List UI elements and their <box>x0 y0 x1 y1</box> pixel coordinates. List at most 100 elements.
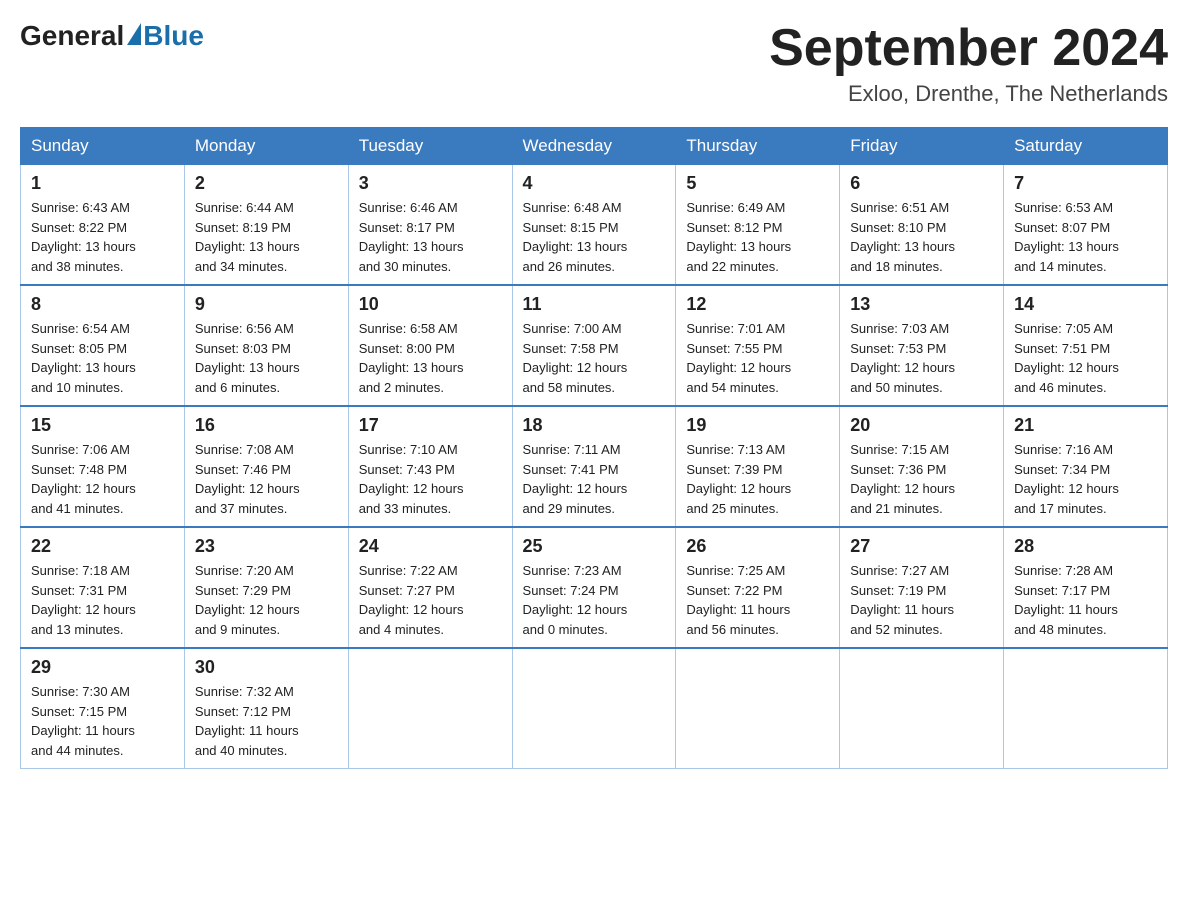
calendar-week-row: 8 Sunrise: 6:54 AMSunset: 8:05 PMDayligh… <box>21 285 1168 406</box>
calendar-week-row: 1 Sunrise: 6:43 AMSunset: 8:22 PMDayligh… <box>21 165 1168 286</box>
calendar-day-cell: 16 Sunrise: 7:08 AMSunset: 7:46 PMDaylig… <box>184 406 348 527</box>
calendar-day-cell: 27 Sunrise: 7:27 AMSunset: 7:19 PMDaylig… <box>840 527 1004 648</box>
day-number: 19 <box>686 415 829 436</box>
calendar-day-cell <box>1004 648 1168 769</box>
day-info: Sunrise: 6:49 AMSunset: 8:12 PMDaylight:… <box>686 200 791 274</box>
day-number: 30 <box>195 657 338 678</box>
logo-text-blue: Blue <box>143 20 204 52</box>
day-number: 22 <box>31 536 174 557</box>
day-info: Sunrise: 7:18 AMSunset: 7:31 PMDaylight:… <box>31 563 136 637</box>
calendar-day-cell: 29 Sunrise: 7:30 AMSunset: 7:15 PMDaylig… <box>21 648 185 769</box>
day-number: 20 <box>850 415 993 436</box>
day-info: Sunrise: 6:46 AMSunset: 8:17 PMDaylight:… <box>359 200 464 274</box>
page-header: General Blue September 2024 Exloo, Drent… <box>20 20 1168 107</box>
day-info: Sunrise: 7:25 AMSunset: 7:22 PMDaylight:… <box>686 563 790 637</box>
day-number: 13 <box>850 294 993 315</box>
calendar-day-cell: 8 Sunrise: 6:54 AMSunset: 8:05 PMDayligh… <box>21 285 185 406</box>
calendar-day-cell: 1 Sunrise: 6:43 AMSunset: 8:22 PMDayligh… <box>21 165 185 286</box>
day-number: 2 <box>195 173 338 194</box>
calendar-day-cell <box>676 648 840 769</box>
calendar-day-cell: 26 Sunrise: 7:25 AMSunset: 7:22 PMDaylig… <box>676 527 840 648</box>
day-number: 17 <box>359 415 502 436</box>
day-info: Sunrise: 7:10 AMSunset: 7:43 PMDaylight:… <box>359 442 464 516</box>
calendar-week-row: 22 Sunrise: 7:18 AMSunset: 7:31 PMDaylig… <box>21 527 1168 648</box>
day-number: 23 <box>195 536 338 557</box>
calendar-day-cell: 17 Sunrise: 7:10 AMSunset: 7:43 PMDaylig… <box>348 406 512 527</box>
calendar-day-header: Sunday <box>21 128 185 165</box>
day-info: Sunrise: 7:28 AMSunset: 7:17 PMDaylight:… <box>1014 563 1118 637</box>
day-info: Sunrise: 7:15 AMSunset: 7:36 PMDaylight:… <box>850 442 955 516</box>
day-info: Sunrise: 7:06 AMSunset: 7:48 PMDaylight:… <box>31 442 136 516</box>
calendar-week-row: 15 Sunrise: 7:06 AMSunset: 7:48 PMDaylig… <box>21 406 1168 527</box>
logo-text-general: General <box>20 20 124 52</box>
logo-triangle-icon <box>127 23 141 45</box>
day-info: Sunrise: 6:54 AMSunset: 8:05 PMDaylight:… <box>31 321 136 395</box>
day-info: Sunrise: 6:43 AMSunset: 8:22 PMDaylight:… <box>31 200 136 274</box>
calendar-day-cell: 19 Sunrise: 7:13 AMSunset: 7:39 PMDaylig… <box>676 406 840 527</box>
day-number: 21 <box>1014 415 1157 436</box>
day-number: 4 <box>523 173 666 194</box>
day-number: 6 <box>850 173 993 194</box>
day-info: Sunrise: 7:16 AMSunset: 7:34 PMDaylight:… <box>1014 442 1119 516</box>
day-info: Sunrise: 6:56 AMSunset: 8:03 PMDaylight:… <box>195 321 300 395</box>
calendar-day-cell: 23 Sunrise: 7:20 AMSunset: 7:29 PMDaylig… <box>184 527 348 648</box>
calendar-day-cell: 7 Sunrise: 6:53 AMSunset: 8:07 PMDayligh… <box>1004 165 1168 286</box>
day-info: Sunrise: 7:11 AMSunset: 7:41 PMDaylight:… <box>523 442 628 516</box>
day-info: Sunrise: 7:03 AMSunset: 7:53 PMDaylight:… <box>850 321 955 395</box>
calendar-day-cell <box>840 648 1004 769</box>
day-info: Sunrise: 6:48 AMSunset: 8:15 PMDaylight:… <box>523 200 628 274</box>
day-info: Sunrise: 7:30 AMSunset: 7:15 PMDaylight:… <box>31 684 135 758</box>
location-subtitle: Exloo, Drenthe, The Netherlands <box>769 81 1168 107</box>
calendar-day-cell: 9 Sunrise: 6:56 AMSunset: 8:03 PMDayligh… <box>184 285 348 406</box>
calendar-day-cell: 4 Sunrise: 6:48 AMSunset: 8:15 PMDayligh… <box>512 165 676 286</box>
day-info: Sunrise: 7:20 AMSunset: 7:29 PMDaylight:… <box>195 563 300 637</box>
calendar-day-cell: 3 Sunrise: 6:46 AMSunset: 8:17 PMDayligh… <box>348 165 512 286</box>
calendar-day-cell: 28 Sunrise: 7:28 AMSunset: 7:17 PMDaylig… <box>1004 527 1168 648</box>
calendar-day-cell: 11 Sunrise: 7:00 AMSunset: 7:58 PMDaylig… <box>512 285 676 406</box>
day-number: 28 <box>1014 536 1157 557</box>
calendar-day-header: Friday <box>840 128 1004 165</box>
calendar-day-cell: 25 Sunrise: 7:23 AMSunset: 7:24 PMDaylig… <box>512 527 676 648</box>
calendar-day-header: Monday <box>184 128 348 165</box>
day-info: Sunrise: 6:51 AMSunset: 8:10 PMDaylight:… <box>850 200 955 274</box>
calendar-day-header: Saturday <box>1004 128 1168 165</box>
calendar-day-cell: 30 Sunrise: 7:32 AMSunset: 7:12 PMDaylig… <box>184 648 348 769</box>
day-number: 15 <box>31 415 174 436</box>
calendar-day-cell: 10 Sunrise: 6:58 AMSunset: 8:00 PMDaylig… <box>348 285 512 406</box>
day-info: Sunrise: 7:01 AMSunset: 7:55 PMDaylight:… <box>686 321 791 395</box>
calendar-day-cell <box>512 648 676 769</box>
day-info: Sunrise: 6:44 AMSunset: 8:19 PMDaylight:… <box>195 200 300 274</box>
day-number: 24 <box>359 536 502 557</box>
day-number: 29 <box>31 657 174 678</box>
day-number: 26 <box>686 536 829 557</box>
calendar-day-cell: 14 Sunrise: 7:05 AMSunset: 7:51 PMDaylig… <box>1004 285 1168 406</box>
calendar-day-cell: 13 Sunrise: 7:03 AMSunset: 7:53 PMDaylig… <box>840 285 1004 406</box>
calendar-day-cell: 5 Sunrise: 6:49 AMSunset: 8:12 PMDayligh… <box>676 165 840 286</box>
title-block: September 2024 Exloo, Drenthe, The Nethe… <box>769 20 1168 107</box>
day-info: Sunrise: 7:08 AMSunset: 7:46 PMDaylight:… <box>195 442 300 516</box>
day-info: Sunrise: 7:00 AMSunset: 7:58 PMDaylight:… <box>523 321 628 395</box>
calendar-day-cell: 21 Sunrise: 7:16 AMSunset: 7:34 PMDaylig… <box>1004 406 1168 527</box>
day-number: 16 <box>195 415 338 436</box>
calendar-day-header: Thursday <box>676 128 840 165</box>
month-year-title: September 2024 <box>769 20 1168 77</box>
day-number: 25 <box>523 536 666 557</box>
calendar-day-cell: 24 Sunrise: 7:22 AMSunset: 7:27 PMDaylig… <box>348 527 512 648</box>
day-number: 1 <box>31 173 174 194</box>
day-number: 12 <box>686 294 829 315</box>
calendar-day-header: Tuesday <box>348 128 512 165</box>
calendar-day-cell: 6 Sunrise: 6:51 AMSunset: 8:10 PMDayligh… <box>840 165 1004 286</box>
day-info: Sunrise: 6:58 AMSunset: 8:00 PMDaylight:… <box>359 321 464 395</box>
day-info: Sunrise: 7:23 AMSunset: 7:24 PMDaylight:… <box>523 563 628 637</box>
day-info: Sunrise: 7:13 AMSunset: 7:39 PMDaylight:… <box>686 442 791 516</box>
day-number: 7 <box>1014 173 1157 194</box>
day-info: Sunrise: 7:22 AMSunset: 7:27 PMDaylight:… <box>359 563 464 637</box>
day-number: 3 <box>359 173 502 194</box>
calendar-day-header: Wednesday <box>512 128 676 165</box>
logo: General Blue <box>20 20 204 52</box>
calendar-day-cell: 18 Sunrise: 7:11 AMSunset: 7:41 PMDaylig… <box>512 406 676 527</box>
day-number: 10 <box>359 294 502 315</box>
calendar-header-row: SundayMondayTuesdayWednesdayThursdayFrid… <box>21 128 1168 165</box>
day-number: 11 <box>523 294 666 315</box>
day-info: Sunrise: 7:32 AMSunset: 7:12 PMDaylight:… <box>195 684 299 758</box>
